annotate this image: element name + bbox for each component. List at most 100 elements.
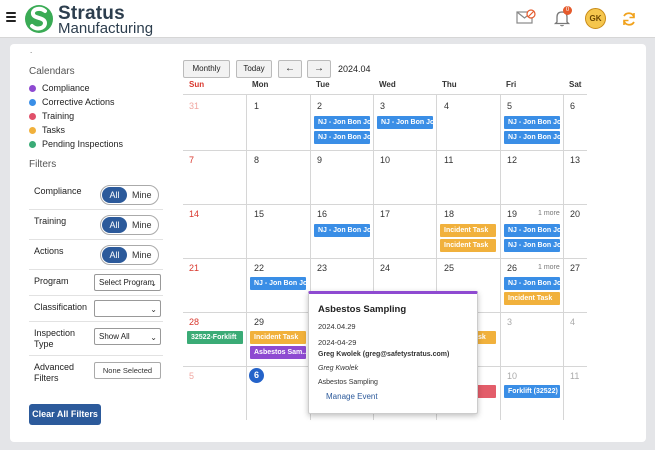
day-number[interactable]: 18 bbox=[444, 209, 454, 219]
calendar-event[interactable]: NJ - Jon Bon Jo... bbox=[504, 239, 560, 252]
inspection-type-select[interactable]: Show All ⌄ bbox=[94, 328, 161, 345]
calendar-event[interactable]: Forklift (32522) bbox=[504, 385, 560, 398]
calendar-event[interactable]: NJ - Jon Bon Jo... bbox=[314, 131, 370, 144]
day-number[interactable]: 11 bbox=[570, 371, 579, 381]
program-select[interactable]: Select Program ⌄ bbox=[94, 274, 161, 291]
filter-actions: Actions All Mine bbox=[29, 240, 163, 270]
filter-program: Program Select Program ⌄ bbox=[29, 270, 163, 296]
training-toggle[interactable]: All Mine bbox=[100, 215, 159, 235]
dow-fri: Fri bbox=[506, 80, 517, 89]
calendar-pending-inspections[interactable]: Pending Inspections bbox=[29, 137, 163, 151]
more-link[interactable]: 1 more bbox=[538, 210, 560, 217]
calendar-event[interactable]: Incident Task bbox=[440, 239, 496, 252]
avatar[interactable]: GK bbox=[585, 8, 606, 29]
arrow-right-icon: → bbox=[314, 63, 324, 74]
calendar-label: Training bbox=[42, 111, 75, 121]
prev-month-button[interactable]: ← bbox=[278, 60, 302, 78]
day-number[interactable]: 22 bbox=[254, 263, 264, 273]
calendar-event[interactable]: Asbestos Sam... bbox=[250, 346, 306, 359]
monthly-button[interactable]: Monthly bbox=[183, 60, 230, 78]
day-number[interactable]: 16 bbox=[317, 209, 327, 219]
toggle-all[interactable]: All bbox=[102, 217, 127, 233]
day-number[interactable]: 17 bbox=[380, 209, 390, 219]
day-number[interactable]: 10 bbox=[507, 371, 517, 381]
day-number[interactable]: 13 bbox=[570, 155, 580, 165]
day-number[interactable]: 19 bbox=[507, 209, 517, 219]
day-number[interactable]: 5 bbox=[189, 371, 194, 381]
filter-inspection-type: Inspection Type Show All ⌄ bbox=[29, 322, 163, 356]
day-number[interactable]: 4 bbox=[570, 317, 575, 327]
grid-line bbox=[500, 94, 501, 420]
day-number[interactable]: 29 bbox=[254, 317, 264, 327]
day-number[interactable]: 10 bbox=[380, 155, 390, 165]
calendar-event[interactable]: NJ - Jon Bon Jo... bbox=[314, 224, 370, 237]
calendar-event[interactable]: NJ - Jon Bon Jo... bbox=[504, 131, 560, 144]
calendar-corrective-actions[interactable]: Corrective Actions bbox=[29, 95, 163, 109]
manage-event-link[interactable]: Manage Event bbox=[326, 392, 378, 401]
day-number[interactable]: 14 bbox=[189, 209, 199, 219]
refresh-icon[interactable] bbox=[621, 11, 637, 27]
today-button[interactable]: Today bbox=[236, 60, 272, 78]
grid-line bbox=[563, 94, 564, 420]
filter-advanced: Advanced Filters None Selected bbox=[29, 356, 163, 388]
advanced-filters-button[interactable]: None Selected bbox=[94, 362, 161, 379]
toggle-mine[interactable]: Mine bbox=[132, 188, 152, 202]
mail-icon[interactable] bbox=[516, 9, 536, 25]
day-number[interactable]: 3 bbox=[380, 101, 385, 111]
day-number[interactable]: 6 bbox=[570, 101, 575, 111]
toggle-mine[interactable]: Mine bbox=[132, 248, 152, 262]
toggle-all[interactable]: All bbox=[102, 187, 127, 203]
clear-all-filters-button[interactable]: Clear All Filters bbox=[29, 404, 101, 425]
calendar-training[interactable]: Training bbox=[29, 109, 163, 123]
calendar-event[interactable]: NJ - Jon Bon Jo... bbox=[504, 224, 560, 237]
today-marker[interactable]: 6 bbox=[249, 368, 264, 383]
dow-wed: Wed bbox=[379, 80, 396, 89]
day-number[interactable]: 7 bbox=[189, 155, 194, 165]
day-number[interactable]: 25 bbox=[444, 263, 454, 273]
day-number[interactable]: 1 bbox=[254, 101, 259, 111]
toggle-all[interactable]: All bbox=[102, 247, 127, 263]
day-number[interactable]: 12 bbox=[507, 155, 517, 165]
day-number[interactable]: 2 bbox=[317, 101, 322, 111]
calendar-event[interactable]: Incident Task bbox=[250, 331, 306, 344]
filter-label: Advanced Filters bbox=[34, 362, 74, 384]
actions-toggle[interactable]: All Mine bbox=[100, 245, 159, 265]
calendar-event[interactable]: 32522-Forklift bbox=[187, 331, 243, 344]
classification-select[interactable]: ⌄ bbox=[94, 300, 161, 317]
day-number[interactable]: 20 bbox=[570, 209, 580, 219]
calendar-event[interactable]: Incident Task bbox=[504, 292, 560, 305]
calendar-event[interactable]: NJ - Jon Bon Jo... bbox=[504, 116, 560, 129]
day-number[interactable]: 4 bbox=[444, 101, 449, 111]
popup-description: Asbestos Sampling bbox=[318, 379, 378, 386]
more-link[interactable]: 1 more bbox=[538, 264, 560, 271]
compliance-toggle[interactable]: All Mine bbox=[100, 185, 159, 205]
calendar-event[interactable]: NJ - Jon Bon Jo... bbox=[377, 116, 433, 129]
day-number[interactable]: 31 bbox=[189, 101, 199, 111]
day-number[interactable]: 27 bbox=[570, 263, 580, 273]
popup-date-iso: 2024-04-29 bbox=[318, 338, 357, 347]
day-number[interactable]: 9 bbox=[317, 155, 322, 165]
day-number[interactable]: 5 bbox=[507, 101, 512, 111]
day-number[interactable]: 23 bbox=[317, 263, 327, 273]
menu-icon[interactable] bbox=[6, 12, 16, 22]
grid-line bbox=[183, 258, 587, 259]
calendar-label: Pending Inspections bbox=[42, 139, 124, 149]
toggle-mine[interactable]: Mine bbox=[132, 218, 152, 232]
day-number[interactable]: 26 bbox=[507, 263, 517, 273]
corrective-actions-dot-icon bbox=[29, 98, 36, 106]
day-number[interactable]: 11 bbox=[444, 155, 453, 165]
calendar-event[interactable]: NJ - Jon Bon Jo... bbox=[314, 116, 370, 129]
calendar-compliance[interactable]: Compliance bbox=[29, 81, 163, 95]
calendar-tasks[interactable]: Tasks bbox=[29, 123, 163, 137]
calendar-event[interactable]: NJ - Jon Bon Jo... bbox=[504, 277, 560, 290]
calendar-label: Compliance bbox=[42, 83, 90, 93]
day-number[interactable]: 21 bbox=[189, 263, 199, 273]
calendar-event[interactable]: Incident Task bbox=[440, 224, 496, 237]
next-month-button[interactable]: → bbox=[307, 60, 331, 78]
day-number[interactable]: 24 bbox=[380, 263, 390, 273]
day-number[interactable]: 28 bbox=[189, 317, 199, 327]
calendar-event[interactable]: NJ - Jon Bon Jo... bbox=[250, 277, 306, 290]
day-number[interactable]: 15 bbox=[254, 209, 264, 219]
day-number[interactable]: 3 bbox=[507, 317, 512, 327]
day-number[interactable]: 8 bbox=[254, 155, 259, 165]
